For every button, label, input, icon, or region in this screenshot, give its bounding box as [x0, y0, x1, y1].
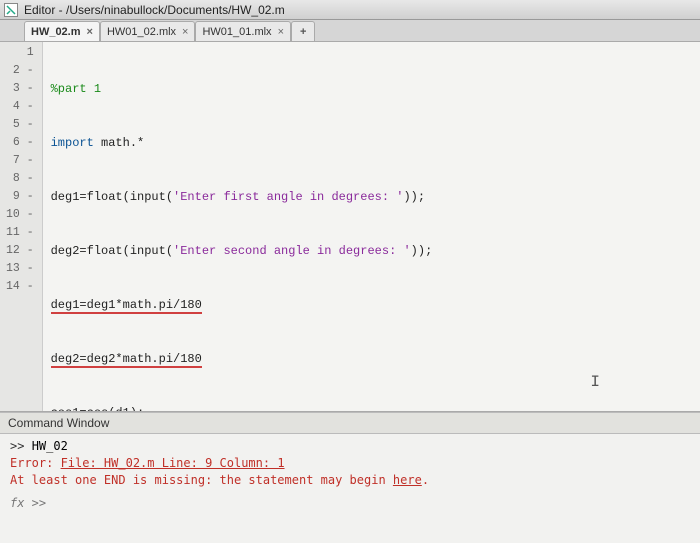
- line-number: 7 -: [6, 152, 34, 170]
- command-window-title: Command Window: [0, 413, 700, 434]
- error-text: .: [422, 473, 429, 487]
- code-text: %part 1: [51, 82, 101, 96]
- command-window: Command Window >> HW_02 Error: File: HW_…: [0, 412, 700, 543]
- line-number: 1: [6, 44, 34, 62]
- code-text: deg1=float(input(: [51, 190, 173, 204]
- close-icon[interactable]: ×: [182, 26, 188, 38]
- tab-label: HW01_02.mlx: [107, 26, 176, 38]
- code-text: deg1=deg1*math.pi/180: [51, 298, 202, 314]
- code-text: 'Enter first angle in degrees: ': [173, 190, 403, 204]
- code-text: math.*: [94, 136, 144, 150]
- line-number: 8 -: [6, 170, 34, 188]
- error-text: At least one END is missing: the stateme…: [10, 473, 393, 487]
- code-editor[interactable]: %part 1 import math.* deg1=float(input('…: [43, 42, 700, 411]
- code-text: deg2=float(input(: [51, 244, 173, 258]
- error-link[interactable]: File: HW_02.m Line: 9 Column: 1: [61, 456, 285, 470]
- command-window-body[interactable]: >> HW_02 Error: File: HW_02.m Line: 9 Co…: [0, 434, 700, 516]
- line-number: 3 -: [6, 80, 34, 98]
- editor-area[interactable]: 1 2 - 3 - 4 - 5 - 6 - 7 - 8 - 9 - 10 - 1…: [0, 42, 700, 412]
- fx-prompt[interactable]: fx >>: [10, 489, 690, 512]
- command-input: HW_02: [32, 439, 68, 453]
- tab-hw02[interactable]: HW_02.m ×: [24, 21, 100, 41]
- new-tab-button[interactable]: +: [291, 21, 315, 41]
- error-link[interactable]: here: [393, 473, 422, 487]
- line-number: 12 -: [6, 242, 34, 260]
- text-cursor-icon: I: [590, 373, 600, 391]
- line-number: 11 -: [6, 224, 34, 242]
- tab-label: HW_02.m: [31, 26, 81, 38]
- plus-icon: +: [300, 26, 306, 38]
- tab-hw01-02[interactable]: HW01_02.mlx ×: [100, 21, 196, 41]
- error-text: Error:: [10, 456, 61, 470]
- window-title: Editor - /Users/ninabullock/Documents/HW…: [24, 3, 285, 17]
- code-text: import: [51, 136, 94, 150]
- line-number: 13 -: [6, 260, 34, 278]
- code-text: deg2=deg2*math.pi/180: [51, 352, 202, 368]
- editor-icon: [4, 3, 18, 17]
- prompt: >>: [10, 439, 32, 453]
- tab-label: HW01_01.mlx: [202, 26, 271, 38]
- code-text: ));: [411, 244, 433, 258]
- code-text: 'Enter second angle in degrees: ': [173, 244, 411, 258]
- line-number: 6 -: [6, 134, 34, 152]
- window-title-bar: Editor - /Users/ninabullock/Documents/HW…: [0, 0, 700, 20]
- code-text: cos1=cos(d1);: [51, 406, 145, 412]
- line-number: 4 -: [6, 98, 34, 116]
- tab-strip: HW_02.m × HW01_02.mlx × HW01_01.mlx × +: [0, 20, 700, 42]
- line-number: 5 -: [6, 116, 34, 134]
- tab-hw01-01[interactable]: HW01_01.mlx ×: [195, 21, 291, 41]
- line-gutter: 1 2 - 3 - 4 - 5 - 6 - 7 - 8 - 9 - 10 - 1…: [0, 42, 43, 411]
- line-number: 14 -: [6, 278, 34, 296]
- close-icon[interactable]: ×: [87, 26, 93, 38]
- close-icon[interactable]: ×: [278, 26, 284, 38]
- line-number: 9 -: [6, 188, 34, 206]
- line-number: 2 -: [6, 62, 34, 80]
- code-text: ));: [403, 190, 425, 204]
- line-number: 10 -: [6, 206, 34, 224]
